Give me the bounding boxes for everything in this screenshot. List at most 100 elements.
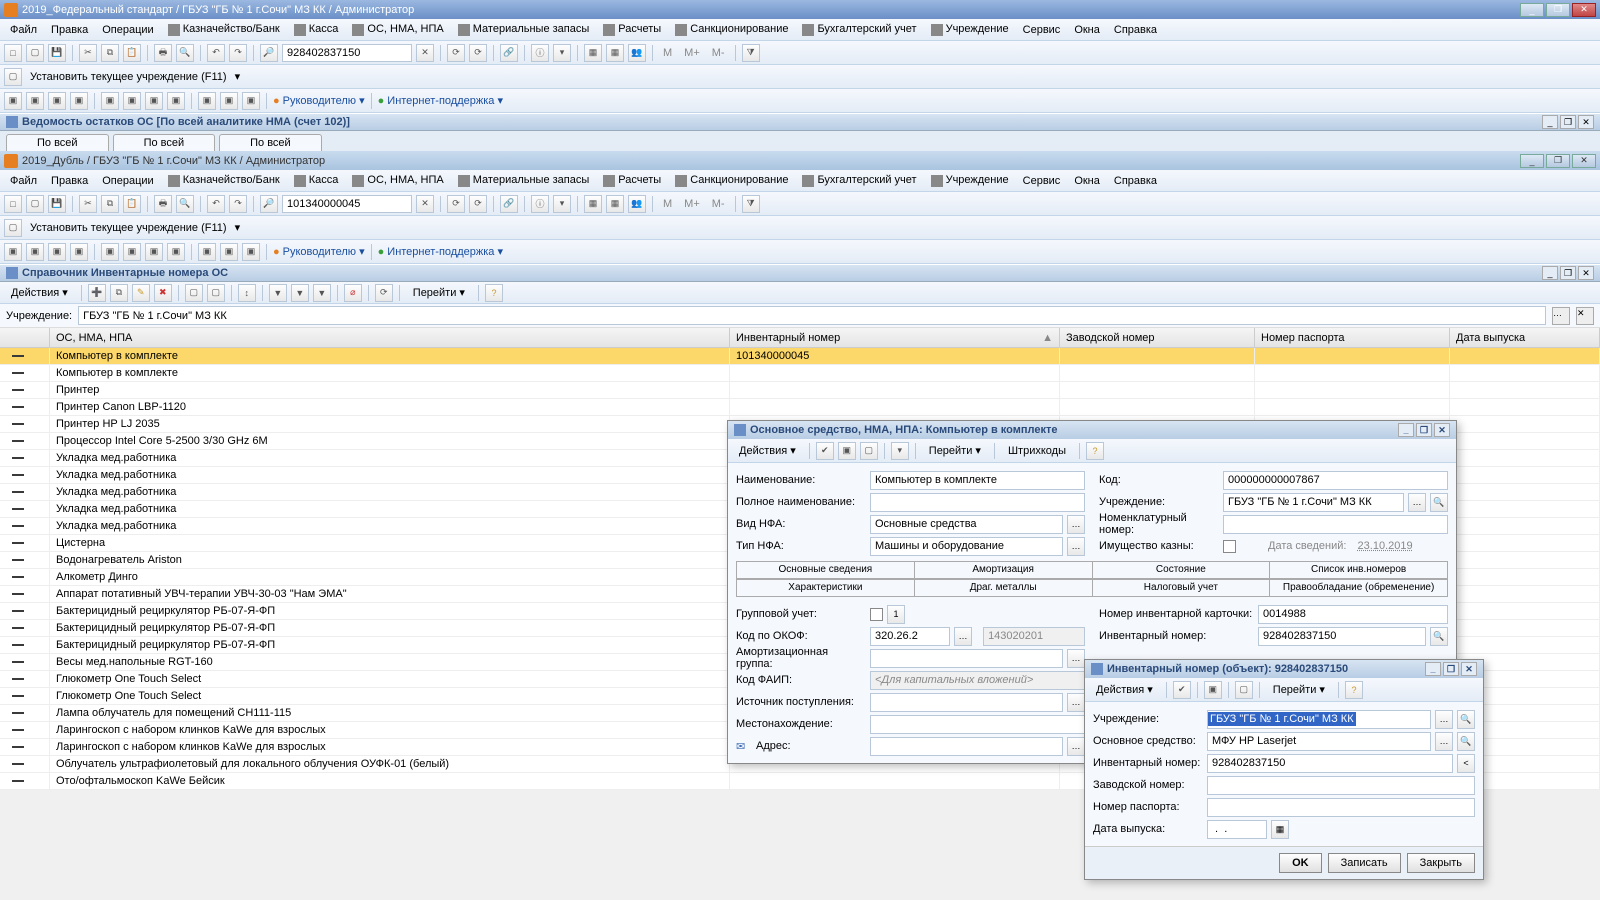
- close-button[interactable]: ✕: [1572, 154, 1596, 168]
- menu-windows[interactable]: Окна: [1068, 173, 1106, 189]
- select-button[interactable]: …: [1408, 493, 1426, 512]
- btn-icon[interactable]: ▣: [70, 92, 88, 110]
- save-icon[interactable]: ▣: [838, 442, 856, 460]
- location-input[interactable]: [870, 715, 1085, 734]
- restore-button[interactable]: ❐: [1416, 423, 1432, 437]
- paste-icon[interactable]: 📋: [123, 195, 141, 213]
- close-button[interactable]: ✕: [1578, 115, 1594, 129]
- filter-icon[interactable]: ▼: [269, 284, 287, 302]
- tool-icon[interactable]: ⧩: [742, 44, 760, 62]
- doc-icon[interactable]: ▢: [4, 219, 22, 237]
- menu-kassa[interactable]: Касса: [288, 172, 345, 188]
- mplus-button[interactable]: М+: [680, 198, 704, 210]
- source-input[interactable]: [870, 693, 1063, 712]
- col-name[interactable]: ОС, НМА, НПА: [50, 328, 730, 347]
- menu-operations[interactable]: Операции: [96, 22, 159, 38]
- grid-icon[interactable]: ▦: [606, 44, 624, 62]
- menu-treasury[interactable]: Казначейство/Банк: [162, 21, 286, 37]
- select-button[interactable]: …: [1067, 649, 1085, 668]
- btn-icon[interactable]: ▣: [70, 243, 88, 261]
- copy-icon[interactable]: ⧉: [101, 44, 119, 62]
- minimize-button[interactable]: _: [1542, 115, 1558, 129]
- card-titlebar[interactable]: Основное средство, НМА, НПА: Компьютер в…: [728, 421, 1456, 439]
- restore-button[interactable]: ❐: [1443, 662, 1459, 676]
- btn-icon[interactable]: ▣: [220, 243, 238, 261]
- select-button[interactable]: …: [1067, 537, 1085, 556]
- menu-osnma[interactable]: ОС, НМА, НПА: [346, 172, 449, 188]
- help-icon[interactable]: ?: [485, 284, 503, 302]
- search-icon[interactable]: 🔎: [260, 44, 278, 62]
- report-tab[interactable]: По всей: [113, 134, 216, 151]
- table-row[interactable]: Принтер Canon LBP-1120: [0, 399, 1600, 416]
- form-icon[interactable]: ▢: [1235, 681, 1253, 699]
- btn-icon[interactable]: ▣: [167, 92, 185, 110]
- copy-icon[interactable]: ⧉: [101, 195, 119, 213]
- clear-button[interactable]: ✕: [1576, 307, 1594, 325]
- select-button[interactable]: …: [1435, 710, 1453, 729]
- btn-icon[interactable]: ▣: [145, 243, 163, 261]
- btn-icon[interactable]: ▣: [220, 92, 238, 110]
- link-icon[interactable]: 🔗: [500, 44, 518, 62]
- support-link[interactable]: Интернет-поддержка ▾: [378, 245, 503, 258]
- minimize-button[interactable]: _: [1542, 266, 1558, 280]
- actions-dropdown[interactable]: Действия ▾: [4, 283, 75, 302]
- menu-calc[interactable]: Расчеты: [597, 21, 667, 37]
- leader-link[interactable]: Руководителю ▾: [273, 245, 365, 258]
- grid-icon[interactable]: ▦: [584, 195, 602, 213]
- amort-input[interactable]: [870, 649, 1063, 668]
- m-button[interactable]: М: [659, 47, 676, 59]
- report-tab[interactable]: По всей: [6, 134, 109, 151]
- btn-icon[interactable]: ▣: [242, 92, 260, 110]
- doc-icon[interactable]: ▢: [4, 68, 22, 86]
- form-icon[interactable]: ▢: [185, 284, 203, 302]
- btn-icon[interactable]: ▣: [123, 243, 141, 261]
- m-button[interactable]: М: [659, 198, 676, 210]
- add-icon[interactable]: ➕: [88, 284, 106, 302]
- save-icon[interactable]: 💾: [48, 195, 66, 213]
- save-icon[interactable]: ✔: [1173, 681, 1191, 699]
- menu-windows[interactable]: Окна: [1068, 22, 1106, 38]
- menu-material[interactable]: Материальные запасы: [452, 172, 596, 188]
- close-button[interactable]: ✕: [1461, 662, 1477, 676]
- paste-icon[interactable]: 📋: [123, 44, 141, 62]
- invnum-input[interactable]: [1207, 754, 1453, 773]
- sort-icon[interactable]: ↕: [238, 284, 256, 302]
- col-inv[interactable]: Инвентарный номер▲: [730, 328, 1060, 347]
- col-icon[interactable]: [0, 328, 50, 347]
- actions-dropdown[interactable]: Действия ▾: [732, 441, 803, 460]
- open-icon[interactable]: ▢: [26, 195, 44, 213]
- filter-icon[interactable]: ▼: [313, 284, 331, 302]
- nav-button[interactable]: <: [1457, 754, 1475, 773]
- clear-filter-icon[interactable]: ⌀: [344, 284, 362, 302]
- leader-link[interactable]: Руководителю ▾: [273, 94, 365, 107]
- menu-help[interactable]: Справка: [1108, 22, 1163, 38]
- menu-service[interactable]: Сервис: [1017, 173, 1067, 189]
- search-icon[interactable]: 🔍: [1430, 493, 1448, 512]
- save-button[interactable]: Записать: [1328, 853, 1401, 873]
- passport-input[interactable]: [1207, 798, 1475, 817]
- mminus-button[interactable]: М-: [708, 198, 729, 210]
- close-button[interactable]: ✕: [1434, 423, 1450, 437]
- info-icon[interactable]: ⓘ: [531, 195, 549, 213]
- go-dropdown[interactable]: Перейти ▾: [922, 441, 988, 460]
- menu-kassa[interactable]: Касса: [288, 21, 345, 37]
- search-icon[interactable]: 🔎: [260, 195, 278, 213]
- set-institution-button[interactable]: Установить текущее учреждение (F11): [26, 222, 231, 234]
- link-icon[interactable]: 🔗: [500, 195, 518, 213]
- btn-icon[interactable]: ▣: [198, 243, 216, 261]
- tab-amort[interactable]: Амортизация: [914, 561, 1092, 578]
- btn-icon[interactable]: ▣: [48, 92, 66, 110]
- release-input[interactable]: [1207, 820, 1267, 839]
- calendar-icon[interactable]: ▦: [1271, 820, 1289, 839]
- restore-button[interactable]: ❐: [1560, 115, 1576, 129]
- select-button[interactable]: …: [1552, 307, 1570, 325]
- tool-icon[interactable]: ⟳: [469, 195, 487, 213]
- report-tab[interactable]: По всей: [219, 134, 322, 151]
- num-button[interactable]: 1: [887, 605, 905, 624]
- menu-edit[interactable]: Правка: [45, 173, 94, 189]
- delete-icon[interactable]: ✖: [154, 284, 172, 302]
- btn-icon[interactable]: ▣: [198, 92, 216, 110]
- select-button[interactable]: …: [954, 627, 972, 646]
- minimize-button[interactable]: _: [1425, 662, 1441, 676]
- close-button[interactable]: ✕: [1578, 266, 1594, 280]
